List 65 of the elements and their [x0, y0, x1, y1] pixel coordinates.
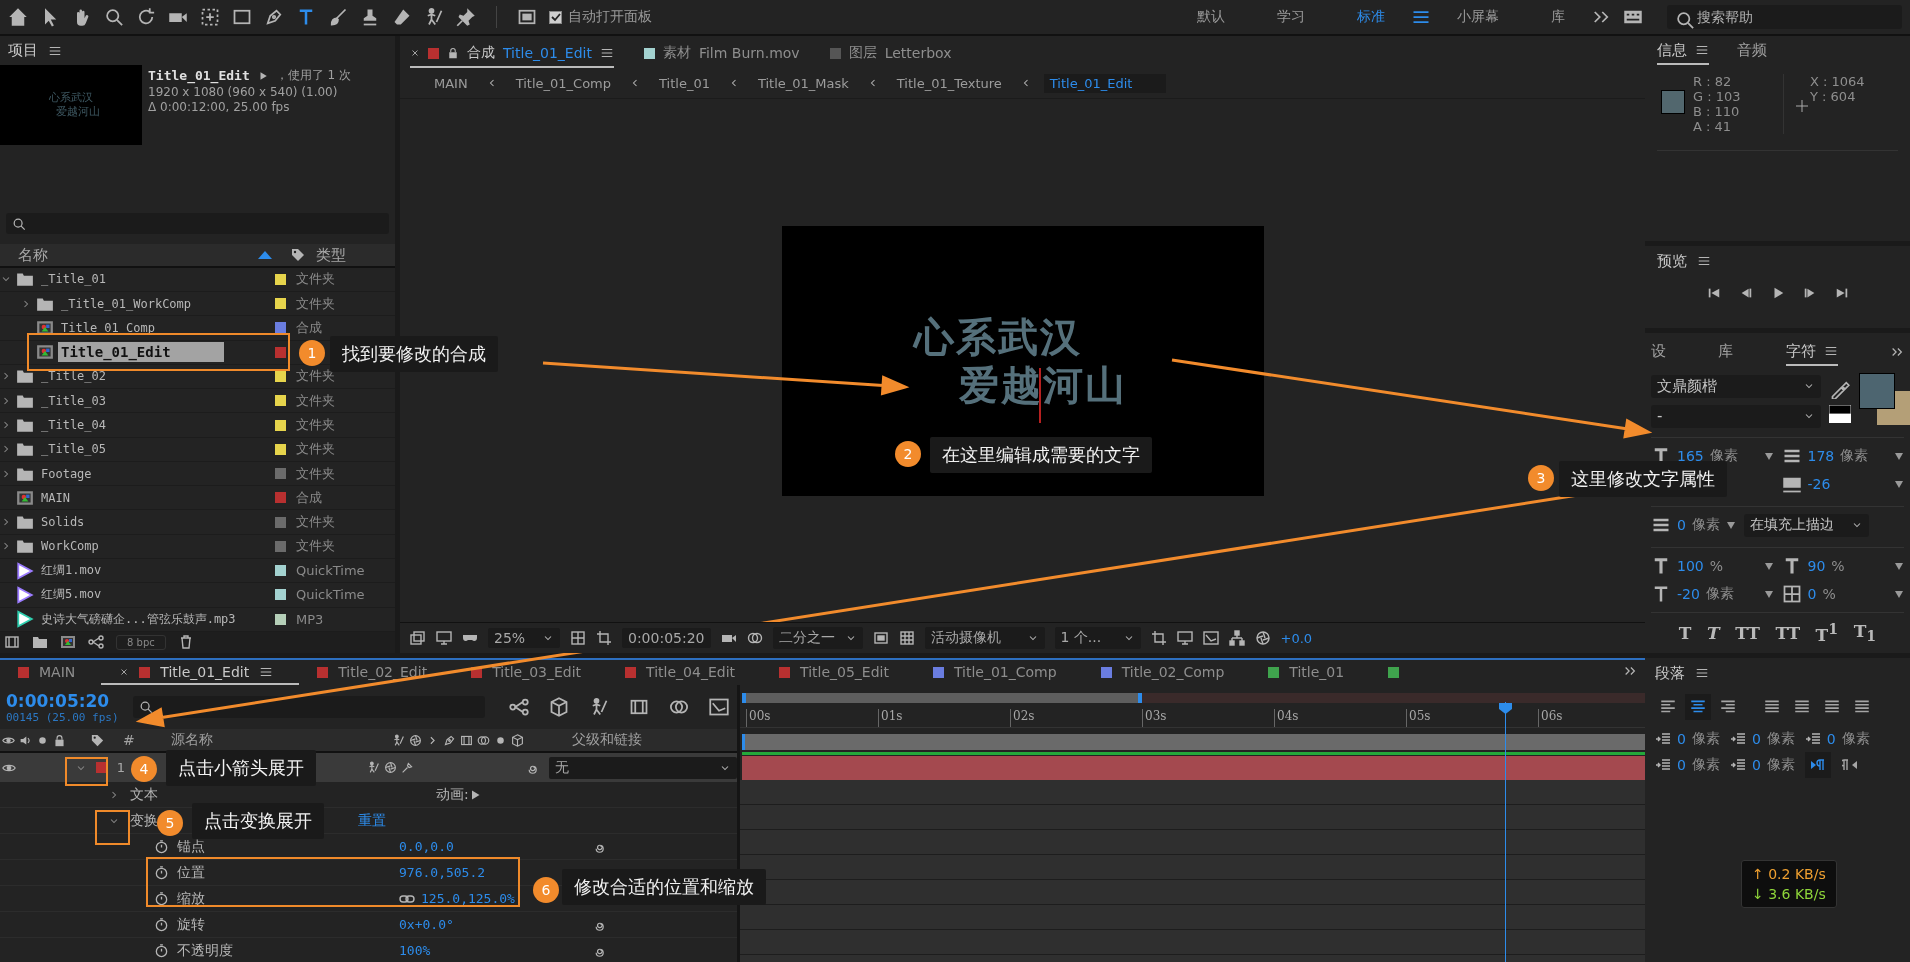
item-type: 文件夹: [296, 464, 335, 483]
unit-label: %: [1709, 558, 1724, 574]
column-header: 父级和链接: [571, 731, 642, 749]
time-ruler-label: 03s: [1142, 709, 1274, 727]
item-type: 合成: [296, 318, 322, 337]
coordinate-value: X : 1064: [1810, 74, 1865, 89]
duration-text: Δ 0:00:12:00, 25.00 fps: [148, 100, 291, 115]
property-label: 不透明度: [177, 941, 233, 960]
property-label: 位置: [177, 863, 205, 882]
item-type: 文件夹: [296, 513, 335, 532]
column-header: 源名称: [170, 731, 213, 749]
checkbox-label: 自动打开面板: [568, 8, 652, 26]
column-header: 名称: [17, 245, 49, 265]
callout-label: 找到要修改的合成: [330, 336, 498, 372]
column-header: 类型: [316, 245, 346, 265]
panel-title: 项目: [8, 41, 38, 61]
usage-text: ，使用了 1 次: [275, 67, 351, 85]
unit-label: 像素: [1766, 756, 1795, 774]
dimensions-text: 1920 x 1080 (960 x 540) (1.00): [148, 85, 339, 100]
panel-title: 预览: [1657, 251, 1687, 271]
coordinate-value: Y : 604: [1810, 89, 1857, 104]
unit-label: 像素: [1840, 447, 1869, 465]
channel-value: B : 110: [1693, 104, 1741, 119]
callout-label: 在这里编辑成需要的文字: [930, 437, 1152, 473]
callout-label: 点击变换展开: [192, 803, 324, 839]
property-label: 锚点: [177, 837, 205, 856]
time-ruler-label: 04s: [1274, 709, 1406, 727]
unit-label: 像素: [1691, 730, 1720, 748]
unit-label: 像素: [1691, 756, 1720, 774]
item-type: QuickTime: [296, 563, 365, 579]
callout-label: 这里修改文字属性: [1559, 461, 1727, 497]
layer-number: 1: [116, 760, 126, 775]
time-ruler-label: 01s: [878, 709, 1010, 727]
unit-label: 像素: [1766, 730, 1795, 748]
frame-count: 00145 (25.00 fps): [6, 710, 119, 724]
callout-label: 修改合适的位置和缩放: [562, 869, 766, 905]
upload-speed: ↑ 0.2 KB/s: [1752, 866, 1826, 882]
channel-value: R : 82: [1693, 74, 1733, 89]
column-header: #: [123, 732, 135, 748]
item-type: 文件夹: [296, 270, 335, 289]
item-type: QuickTime: [296, 587, 365, 603]
composition-name: Title_01_Edit: [148, 68, 250, 84]
unit-label: %: [1831, 558, 1845, 574]
item-type: 文件夹: [296, 537, 335, 556]
download-speed: ↓ 3.6 KB/s: [1752, 886, 1826, 902]
item-type: 合成: [296, 488, 322, 507]
unit-label: 像素: [1841, 730, 1870, 748]
item-type: 文件夹: [296, 440, 335, 459]
time-ruler-label: 00s: [746, 709, 878, 727]
property-label: 旋转: [177, 915, 205, 934]
unit-label: 像素: [1691, 516, 1720, 534]
unit-label: 像素: [1705, 585, 1734, 603]
callout-label: 点击小箭头展开: [166, 750, 316, 786]
panel-title: 段落: [1655, 663, 1685, 683]
item-type: 文件夹: [296, 391, 335, 410]
unit-label: %: [1822, 586, 1836, 602]
time-ruler-label: 02s: [1010, 709, 1142, 727]
channel-value: A : 41: [1693, 119, 1733, 134]
property-label: 缩放: [177, 889, 205, 908]
animate-label: 动画:: [436, 785, 469, 804]
channel-value: G : 103: [1693, 89, 1742, 104]
item-type: MP3: [296, 611, 324, 627]
composition-thumbnail: 心系武汉 爱越河山: [0, 65, 142, 146]
item-type: 文件夹: [296, 416, 335, 434]
item-type: 文件夹: [296, 294, 335, 313]
